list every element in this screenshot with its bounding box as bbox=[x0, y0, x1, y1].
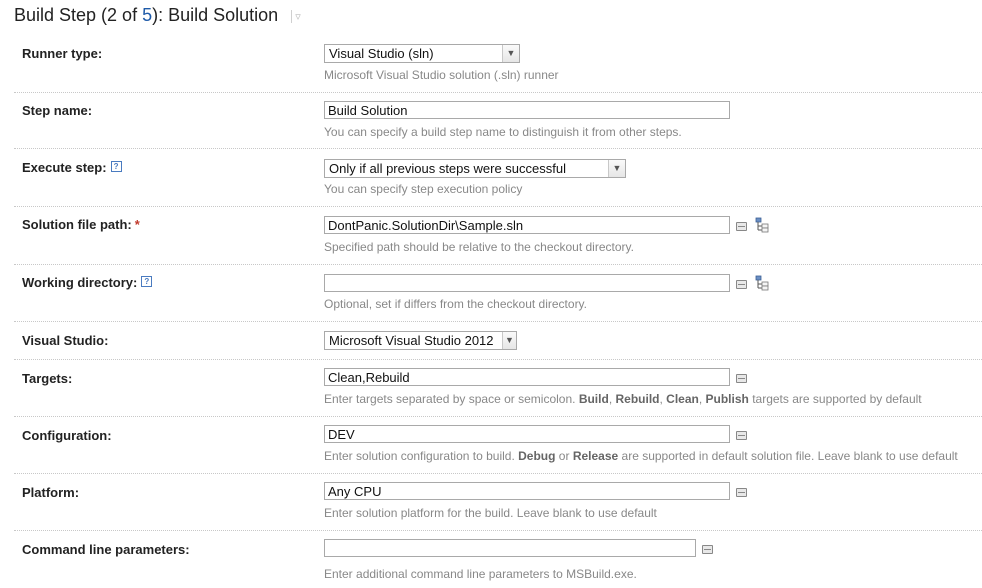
vcs-tree-browse-icon[interactable] bbox=[755, 217, 769, 233]
title-suffix: ): Build Solution bbox=[152, 5, 279, 25]
expand-textbox-icon[interactable] bbox=[736, 374, 747, 383]
platform-input[interactable]: Any CPU bbox=[324, 482, 730, 500]
step-name-label: Step name: bbox=[22, 103, 93, 118]
solution-path-label-wrap: Solution file path: * bbox=[22, 217, 140, 232]
help-icon[interactable]: ? bbox=[110, 161, 122, 172]
configuration-row: Configuration: DEV Enter solution config… bbox=[14, 417, 982, 474]
step-total-link[interactable]: 5 bbox=[142, 5, 152, 25]
execute-step-select[interactable]: Only if all previous steps were successf… bbox=[324, 159, 626, 178]
targets-hint-build: Build bbox=[578, 392, 609, 406]
command-line-input[interactable] bbox=[324, 539, 696, 557]
title-menu-chevron-icon[interactable]: ▿ bbox=[291, 9, 301, 23]
configuration-hint-debug: Debug bbox=[518, 449, 556, 463]
execute-step-row: Execute step:? Only if all previous step… bbox=[14, 150, 982, 207]
configuration-hint-or: or bbox=[555, 449, 573, 463]
targets-label: Targets: bbox=[22, 371, 73, 386]
targets-hint-clean: Clean bbox=[666, 392, 699, 406]
platform-row: Platform: Any CPU Enter solution platfor… bbox=[14, 474, 982, 531]
help-icon[interactable]: ? bbox=[141, 276, 153, 287]
targets-input[interactable]: Clean,Rebuild bbox=[324, 368, 730, 386]
runner-type-select[interactable]: Visual Studio (sln) ▼ bbox=[324, 44, 520, 63]
visual-studio-label: Visual Studio: bbox=[22, 333, 109, 348]
runner-type-row: Runner type: Visual Studio (sln) ▼ Micro… bbox=[14, 36, 982, 93]
targets-hint-publish: Publish bbox=[705, 392, 749, 406]
configuration-hint-tail: are supported in default solution file. … bbox=[618, 449, 958, 463]
configuration-hint: Enter solution configuration to build. D… bbox=[324, 449, 958, 463]
platform-label: Platform: bbox=[22, 485, 80, 500]
command-line-label: Command line parameters: bbox=[22, 542, 190, 557]
command-line-hint: Enter additional command line parameters… bbox=[324, 567, 637, 581]
execute-step-hint: You can specify step execution policy bbox=[324, 182, 523, 196]
targets-hint-sep: , bbox=[698, 392, 706, 406]
targets-hint-rebuild: Rebuild bbox=[615, 392, 660, 406]
configuration-input[interactable]: DEV bbox=[324, 425, 730, 443]
configuration-hint-text: Enter solution configuration to build. bbox=[324, 449, 519, 463]
expand-textbox-icon[interactable] bbox=[702, 545, 713, 554]
solution-path-label: Solution file path: bbox=[22, 217, 132, 232]
execute-step-value: Only if all previous steps were successf… bbox=[329, 161, 566, 176]
step-name-row: Step name: Build Solution You can specif… bbox=[14, 93, 982, 149]
solution-path-input[interactable]: DontPanic.SolutionDir\Sample.sln bbox=[324, 216, 730, 234]
expand-textbox-icon[interactable] bbox=[736, 222, 747, 231]
title-prefix: Build Step (2 of bbox=[14, 5, 143, 25]
dropdown-arrow-icon[interactable]: ▼ bbox=[502, 332, 516, 349]
dropdown-arrow-icon[interactable]: ▼ bbox=[608, 160, 625, 177]
runner-type-label: Runner type: bbox=[22, 46, 103, 61]
execute-step-label-wrap: Execute step:? bbox=[22, 160, 122, 175]
targets-row: Targets: Clean,Rebuild Enter targets sep… bbox=[14, 360, 982, 417]
step-name-hint: You can specify a build step name to dis… bbox=[324, 125, 682, 139]
step-name-input[interactable]: Build Solution bbox=[324, 101, 730, 119]
vcs-tree-browse-icon[interactable] bbox=[755, 275, 769, 291]
expand-textbox-icon[interactable] bbox=[736, 280, 747, 289]
dropdown-arrow-icon[interactable]: ▼ bbox=[502, 45, 519, 62]
configuration-label: Configuration: bbox=[22, 428, 112, 443]
required-marker: * bbox=[134, 217, 140, 232]
targets-hint-text: Enter targets separated by space or semi… bbox=[324, 392, 579, 406]
targets-hint: Enter targets separated by space or semi… bbox=[324, 392, 922, 406]
solution-path-hint: Specified path should be relative to the… bbox=[324, 240, 634, 254]
visual-studio-select[interactable]: Microsoft Visual Studio 2012 ▼ bbox=[324, 331, 517, 350]
solution-path-row: Solution file path: * DontPanic.SolutionD… bbox=[14, 207, 982, 265]
command-line-row: Command line parameters: Enter additiona… bbox=[14, 531, 982, 588]
working-directory-hint: Optional, set if differs from the checko… bbox=[324, 297, 588, 311]
visual-studio-value: Microsoft Visual Studio 2012 bbox=[329, 333, 494, 348]
working-directory-label: Working directory: bbox=[22, 275, 138, 290]
execute-step-label: Execute step: bbox=[22, 160, 107, 175]
expand-textbox-icon[interactable] bbox=[736, 488, 747, 497]
platform-hint: Enter solution platform for the build. L… bbox=[324, 506, 657, 520]
page-title: Build Step (2 of 5): Build Solution ▿ bbox=[14, 5, 301, 31]
visual-studio-row: Visual Studio: Microsoft Visual Studio 2… bbox=[14, 322, 982, 360]
targets-hint-tail: targets are supported by default bbox=[748, 392, 922, 406]
runner-type-value: Visual Studio (sln) bbox=[329, 46, 434, 61]
runner-type-hint: Microsoft Visual Studio solution (.sln) … bbox=[324, 68, 559, 82]
expand-textbox-icon[interactable] bbox=[736, 431, 747, 440]
working-directory-row: Working directory:? Optional, set if dif… bbox=[14, 265, 982, 322]
working-directory-input[interactable] bbox=[324, 274, 730, 292]
configuration-hint-release: Release bbox=[572, 449, 619, 463]
working-directory-label-wrap: Working directory:? bbox=[22, 275, 153, 290]
